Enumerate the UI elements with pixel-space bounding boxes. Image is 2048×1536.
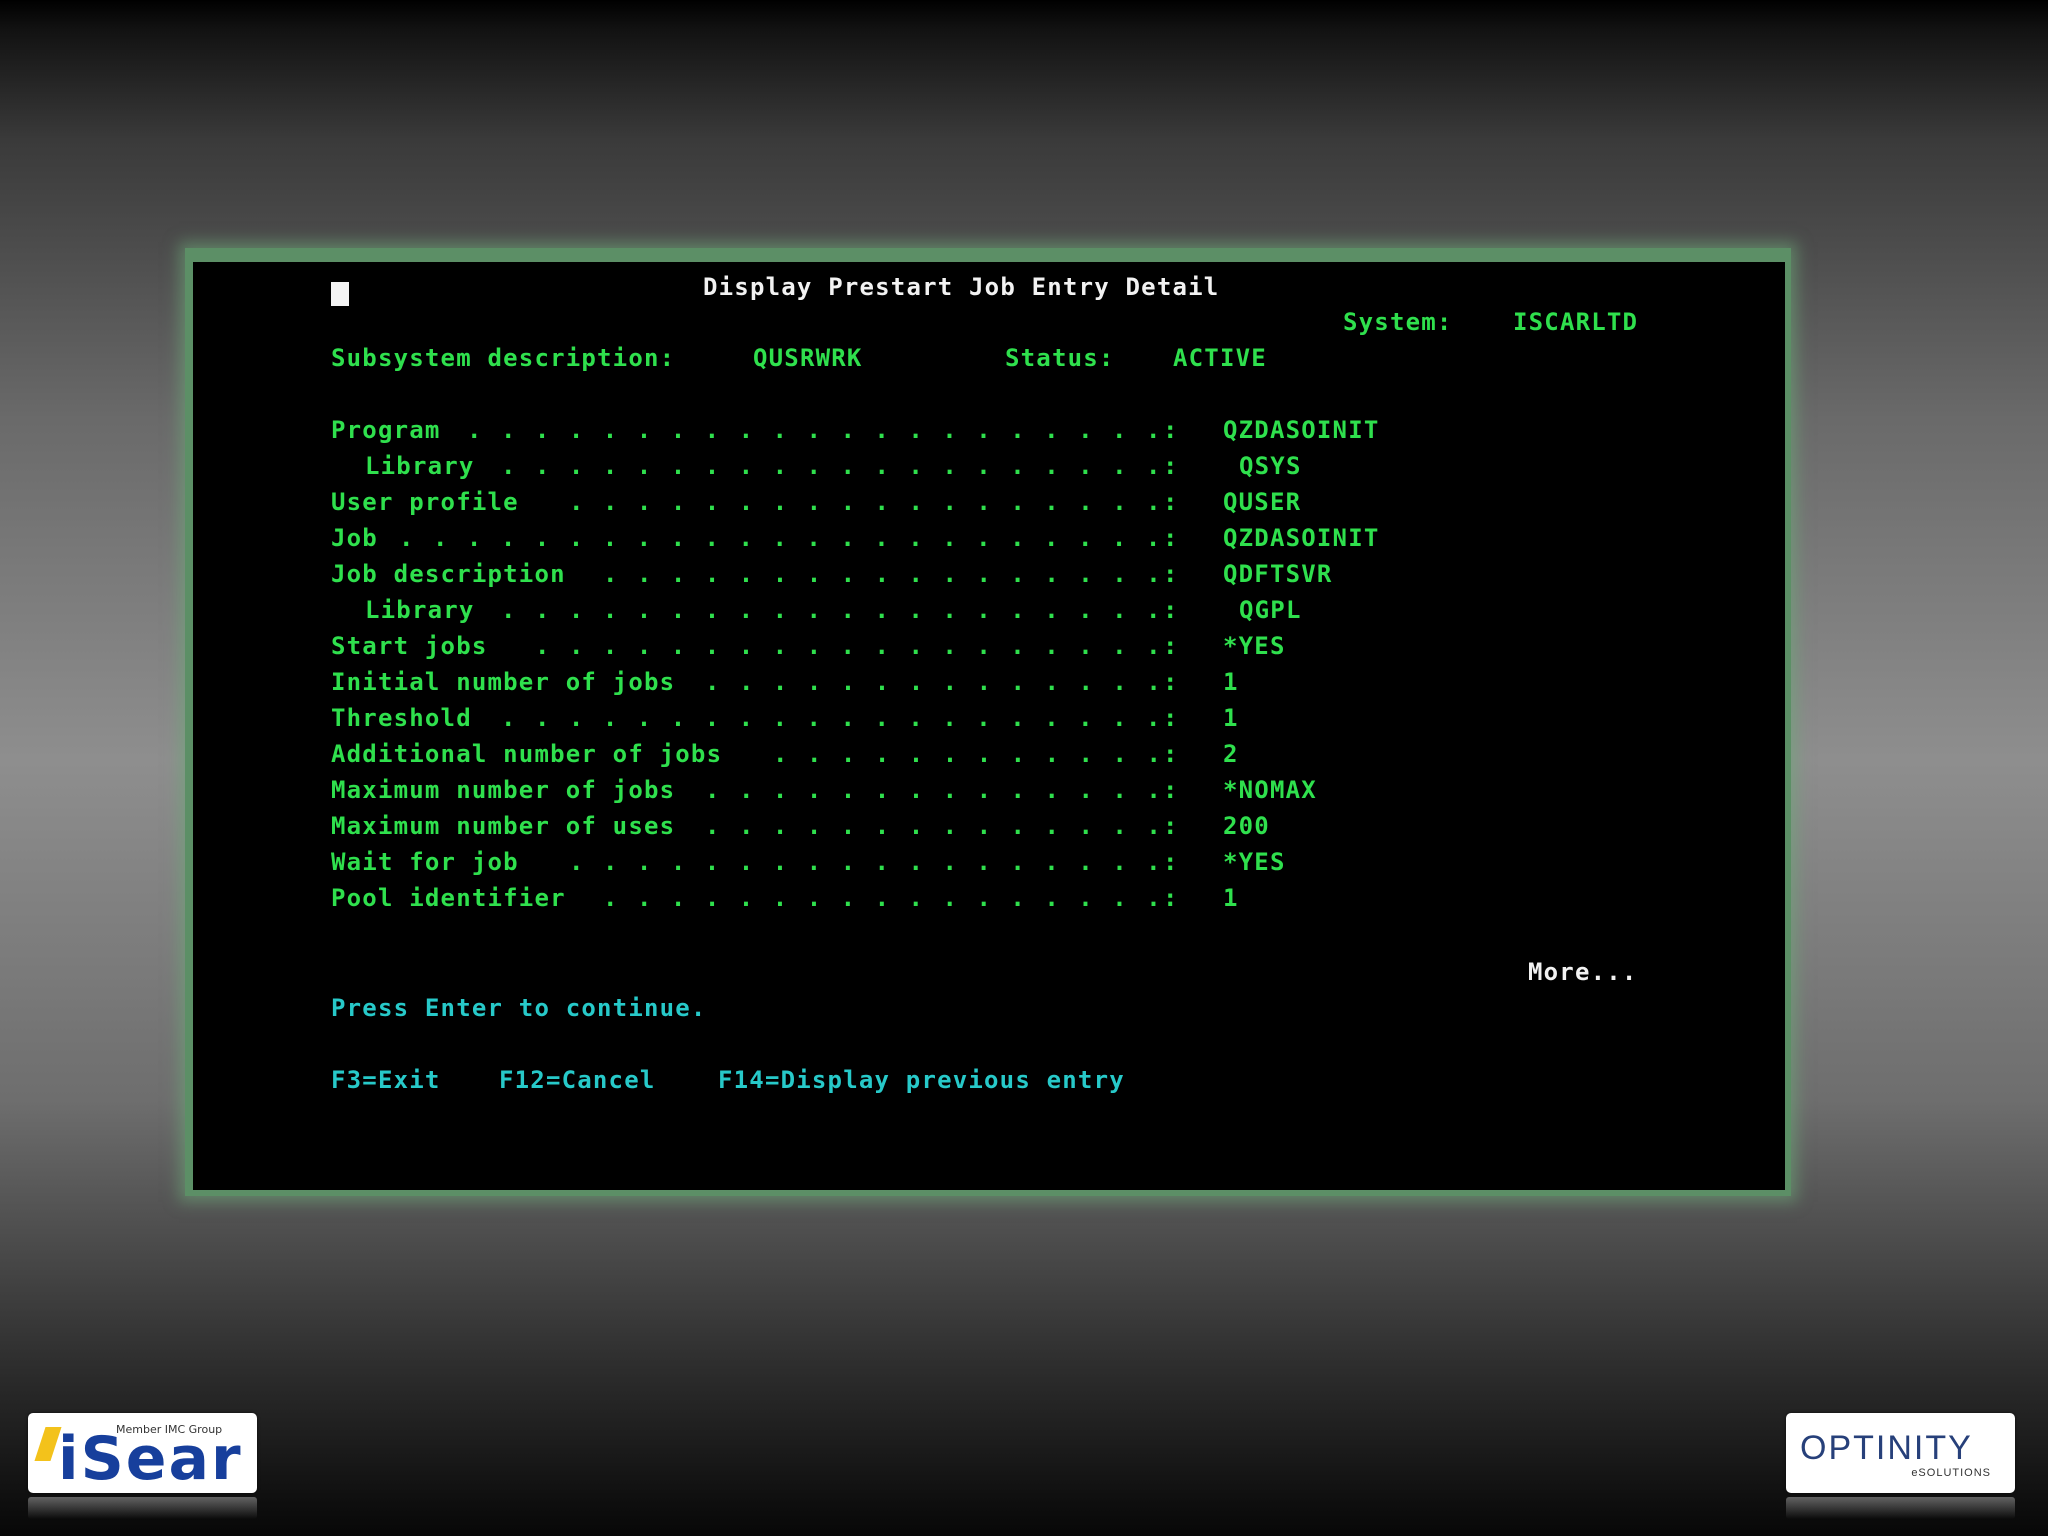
- isear-logo: Member IMC Group iSear: [28, 1413, 257, 1493]
- optinity-logo: OPTINITY eSOLUTIONS: [1786, 1413, 2015, 1493]
- field-leader-dots: ..................: [569, 848, 1181, 876]
- field-colon: :: [1163, 632, 1179, 660]
- field-value: 2: [1223, 740, 1239, 768]
- field-colon: :: [1163, 848, 1179, 876]
- field-value: 200: [1223, 812, 1270, 840]
- field-colon: :: [1163, 488, 1179, 516]
- field-colon: :: [1163, 560, 1179, 588]
- field-leader-dots: ....................: [501, 452, 1180, 480]
- field-label: Library: [365, 452, 475, 480]
- field-label: Additional number of jobs: [331, 740, 723, 768]
- field-colon: :: [1163, 416, 1179, 444]
- optinity-logo-reflection: [1786, 1497, 2015, 1519]
- field-leader-dots: ..............: [705, 812, 1181, 840]
- field-value: QGPL: [1239, 596, 1302, 624]
- system-value: ISCARLTD: [1513, 308, 1639, 336]
- status-label: Status:: [1005, 344, 1115, 372]
- field-label: Pool identifier: [331, 884, 566, 912]
- field-value: 1: [1223, 668, 1239, 696]
- field-leader-dots: .......................: [399, 524, 1180, 552]
- system-label: System:: [1343, 308, 1453, 336]
- field-colon: :: [1163, 704, 1179, 732]
- field-colon: :: [1163, 740, 1179, 768]
- field-label: Program: [331, 416, 441, 444]
- field-value: QDFTSVR: [1223, 560, 1333, 588]
- field-colon: :: [1163, 452, 1179, 480]
- field-value: *YES: [1223, 632, 1286, 660]
- field-label: Threshold: [331, 704, 472, 732]
- field-value: QZDASOINIT: [1223, 524, 1380, 552]
- field-colon: :: [1163, 776, 1179, 804]
- subsystem-value: QUSRWRK: [753, 344, 863, 372]
- field-leader-dots: .................: [603, 884, 1181, 912]
- subsystem-label: Subsystem description:: [331, 344, 676, 372]
- field-leader-dots: ....................: [501, 596, 1180, 624]
- field-value: *NOMAX: [1223, 776, 1317, 804]
- optinity-logo-text: OPTINITY: [1800, 1429, 1973, 1467]
- isear-logo-reflection: [28, 1497, 257, 1519]
- field-leader-dots: ....................: [501, 704, 1180, 732]
- field-label: Library: [365, 596, 475, 624]
- field-label: Job: [331, 524, 378, 552]
- field-value: QZDASOINIT: [1223, 416, 1380, 444]
- field-label: Maximum number of uses: [331, 812, 676, 840]
- f3-exit-key[interactable]: F3=Exit: [331, 1065, 441, 1095]
- field-colon: :: [1163, 668, 1179, 696]
- field-leader-dots: ............: [773, 740, 1181, 768]
- field-leader-dots: ..............: [705, 668, 1181, 696]
- optinity-sub-text: eSOLUTIONS: [1911, 1467, 1991, 1479]
- field-leader-dots: .....................: [467, 416, 1180, 444]
- status-value: ACTIVE: [1173, 344, 1267, 372]
- field-leader-dots: ..................: [569, 488, 1181, 516]
- screen-title: Display Prestart Job Entry Detail: [703, 273, 1220, 301]
- terminal-screen[interactable]: Display Prestart Job Entry Detail System…: [193, 262, 1785, 1190]
- isear-logo-text: iSear: [58, 1424, 243, 1494]
- field-label: User profile: [331, 488, 519, 516]
- field-colon: :: [1163, 812, 1179, 840]
- field-colon: :: [1163, 596, 1179, 624]
- field-value: QSYS: [1239, 452, 1302, 480]
- continue-prompt: Press Enter to continue.: [331, 994, 707, 1022]
- f12-cancel-key[interactable]: F12=Cancel: [499, 1065, 656, 1095]
- field-leader-dots: ..............: [705, 776, 1181, 804]
- f14-display-previous-key[interactable]: F14=Display previous entry: [718, 1065, 1125, 1095]
- text-cursor: [331, 282, 349, 306]
- more-indicator: More...: [1528, 958, 1638, 986]
- field-label: Wait for job: [331, 848, 519, 876]
- field-value: 1: [1223, 884, 1239, 912]
- field-value: 1: [1223, 704, 1239, 732]
- field-value: *YES: [1223, 848, 1286, 876]
- field-colon: :: [1163, 884, 1179, 912]
- field-label: Job description: [331, 560, 566, 588]
- field-label: Maximum number of jobs: [331, 776, 676, 804]
- field-colon: :: [1163, 524, 1179, 552]
- field-label: Start jobs: [331, 632, 488, 660]
- field-value: QUSER: [1223, 488, 1302, 516]
- field-leader-dots: ...................: [535, 632, 1181, 660]
- field-label: Initial number of jobs: [331, 668, 676, 696]
- field-leader-dots: .................: [603, 560, 1181, 588]
